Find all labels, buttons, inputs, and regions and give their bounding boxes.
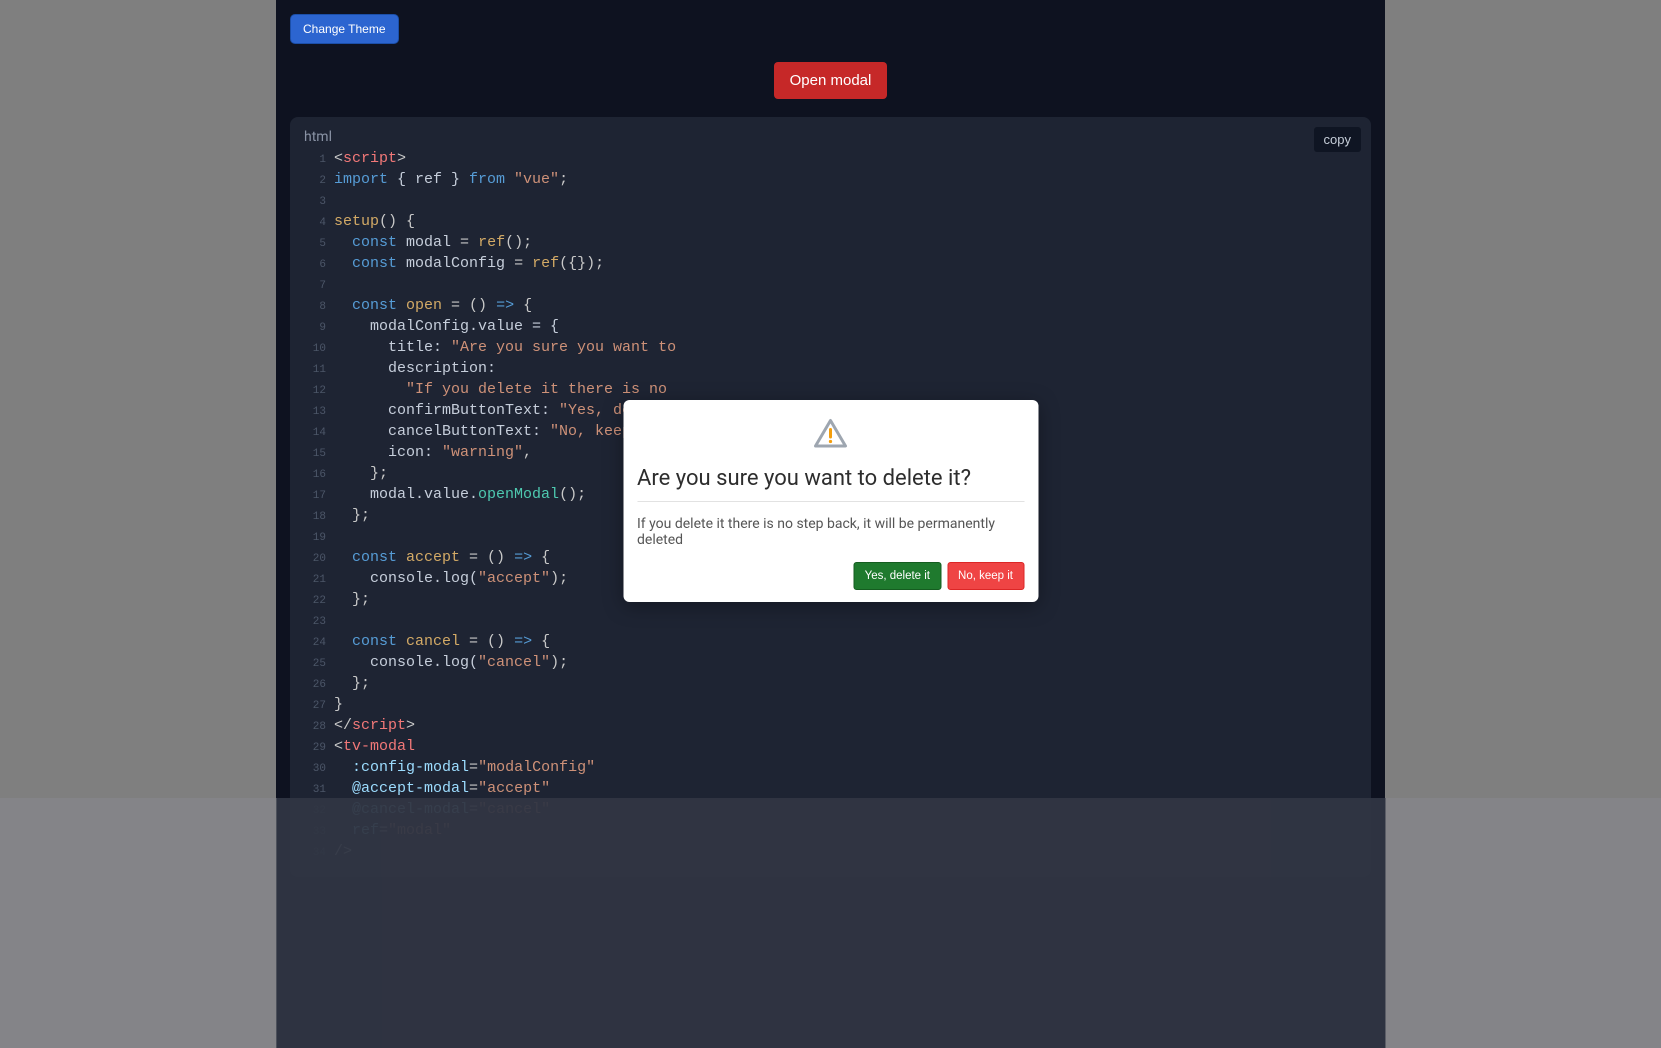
- line-number: 27: [304, 695, 326, 716]
- modal-actions: Yes, delete it No, keep it: [637, 562, 1024, 590]
- line-number: 11: [304, 359, 326, 380]
- line-number: 6: [304, 254, 326, 275]
- line-number: 24: [304, 632, 326, 653]
- confirm-button[interactable]: Yes, delete it: [854, 562, 941, 590]
- line-number: 23: [304, 611, 326, 632]
- line-number: 9: [304, 317, 326, 338]
- line-number: 33: [304, 821, 326, 842]
- line-number: 18: [304, 506, 326, 527]
- line-number: 7: [304, 275, 326, 296]
- change-theme-button[interactable]: Change Theme: [290, 14, 399, 44]
- line-number: 13: [304, 401, 326, 422]
- line-number: 17: [304, 485, 326, 506]
- line-number: 28: [304, 716, 326, 737]
- line-number: 19: [304, 527, 326, 548]
- warning-icon: [637, 416, 1024, 456]
- line-number: 21: [304, 569, 326, 590]
- line-number: 30: [304, 758, 326, 779]
- line-number: 8: [304, 296, 326, 317]
- open-modal-row: Open modal: [290, 62, 1371, 99]
- code-language-label: html: [304, 129, 1357, 145]
- line-number: 12: [304, 380, 326, 401]
- line-number: 5: [304, 233, 326, 254]
- line-number: 25: [304, 653, 326, 674]
- line-number: 22: [304, 590, 326, 611]
- line-number: 20: [304, 548, 326, 569]
- line-number: 31: [304, 779, 326, 800]
- line-number: 34: [304, 842, 326, 863]
- confirm-modal: Are you sure you want to delete it? If y…: [623, 400, 1038, 602]
- copy-button[interactable]: copy: [1314, 127, 1361, 152]
- line-number: 32: [304, 800, 326, 821]
- line-number: 16: [304, 464, 326, 485]
- open-modal-button[interactable]: Open modal: [774, 62, 888, 99]
- modal-description: If you delete it there is no step back, …: [637, 516, 1024, 548]
- line-number: 26: [304, 674, 326, 695]
- modal-title: Are you sure you want to delete it?: [637, 466, 1024, 502]
- cancel-button[interactable]: No, keep it: [947, 562, 1024, 590]
- line-number: 29: [304, 737, 326, 758]
- line-number: 4: [304, 212, 326, 233]
- line-number: 3: [304, 191, 326, 212]
- line-number: 2: [304, 170, 326, 191]
- line-number: 1: [304, 149, 326, 170]
- line-number: 14: [304, 422, 326, 443]
- line-number: 10: [304, 338, 326, 359]
- line-number: 15: [304, 443, 326, 464]
